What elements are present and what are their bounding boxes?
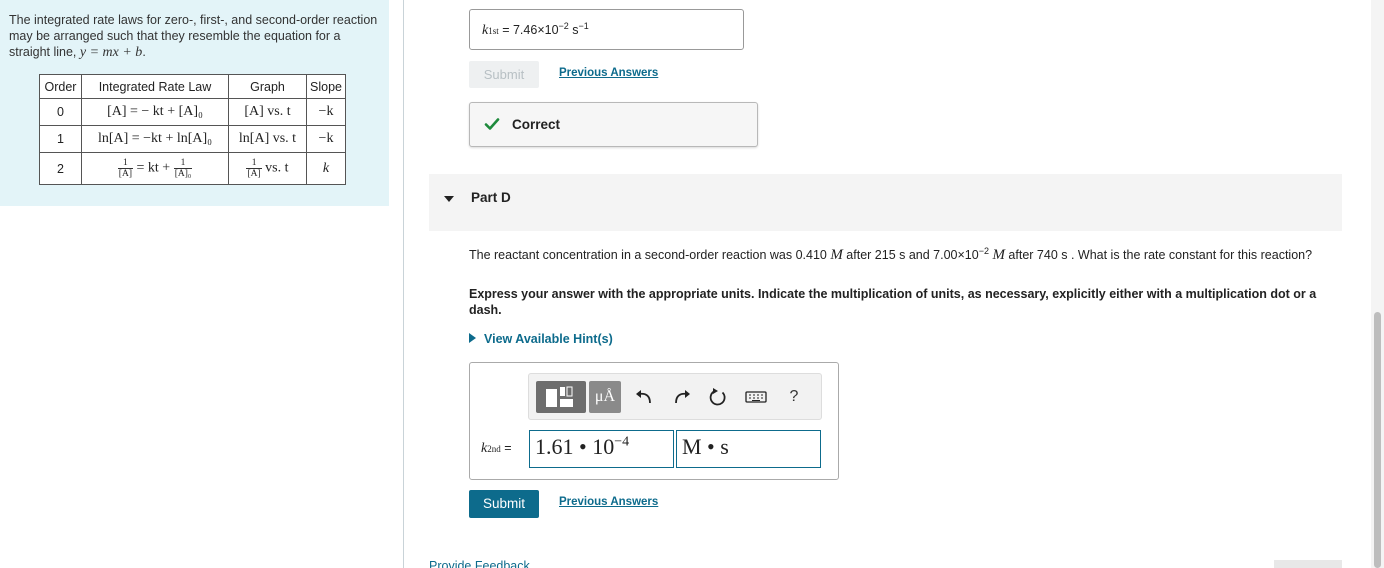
correct-feedback-box: Correct <box>469 102 758 147</box>
cell-graph: [A] vs. t <box>228 98 307 126</box>
cell-slope: −k <box>306 98 346 126</box>
answer-instructions: Express your answer with the appropriate… <box>469 287 1317 317</box>
question-part2: after 215 s and 7.00×10 <box>842 248 979 263</box>
rate-law-table: Order Integrated Rate Law Graph Slope 0 … <box>39 74 346 185</box>
submit-button[interactable]: Submit <box>469 490 539 518</box>
unit-molarity: M <box>830 247 843 264</box>
cell-law: ln[A] = −kt + ln[A]₀ <box>81 125 229 153</box>
next-button[interactable] <box>1274 560 1342 568</box>
redo-icon[interactable] <box>671 381 693 413</box>
part-d-header[interactable]: Part D <box>429 174 1342 231</box>
math-toolbar: μÅ ? <box>528 373 822 420</box>
fraction-denominator: [A] <box>247 169 261 179</box>
k2nd-equals: = <box>500 441 512 455</box>
units-button[interactable]: μÅ <box>589 381 621 413</box>
check-icon <box>484 118 500 130</box>
info-paragraph: The integrated rate laws for zero-, firs… <box>9 12 384 61</box>
correct-label: Correct <box>512 117 561 132</box>
k1st-value: 7.46×10 <box>512 23 559 38</box>
graph-tail: vs. t <box>265 160 289 176</box>
part-c-previous-answers-link[interactable]: Previous Answers <box>559 67 658 79</box>
units-input[interactable]: M • s <box>676 430 821 468</box>
cell-graph: 1 [A] vs. t <box>228 152 307 185</box>
fraction: 1 [A]₀ <box>173 158 193 179</box>
view-hints-toggle[interactable]: View Available Hint(s) <box>469 332 613 346</box>
templates-button[interactable] <box>536 381 586 413</box>
reset-icon[interactable] <box>707 381 729 413</box>
hints-label: View Available Hint(s) <box>484 332 613 346</box>
fraction-denominator: [A]₀ <box>174 169 192 179</box>
cell-slope: k <box>306 152 346 185</box>
info-text-part2: . <box>142 45 146 59</box>
cell-order: 1 <box>39 125 82 153</box>
part-c-answer-display: k1st = 7.46×10−2 s−1 <box>469 9 744 50</box>
law-middle: = kt + <box>136 160 171 176</box>
undo-icon[interactable] <box>633 381 655 413</box>
rate-laws-info-panel: The integrated rate laws for zero-, firs… <box>0 0 389 206</box>
fraction-numerator: 1 <box>173 158 193 169</box>
cell-order: 2 <box>39 152 82 185</box>
templates-icon <box>546 386 573 407</box>
previous-answers-link[interactable]: Previous Answers <box>559 496 658 508</box>
k1st-exponent: −2 <box>558 21 569 31</box>
value-exponent: −4 <box>614 434 630 450</box>
scrollbar-thumb[interactable] <box>1374 312 1381 568</box>
fraction-numerator: 1 <box>117 158 133 169</box>
question-part1: The reactant concentration in a second-o… <box>469 248 831 263</box>
question-text: The reactant concentration in a second-o… <box>469 243 1329 263</box>
k2nd-subscript: 2nd <box>487 444 501 454</box>
col-header-slope: Slope <box>306 74 346 99</box>
col-header-law: Integrated Rate Law <box>81 74 229 99</box>
info-text-part1: The integrated rate laws for zero-, firs… <box>9 13 378 59</box>
fraction: 1 [A] <box>117 158 133 179</box>
cell-order: 0 <box>39 98 82 126</box>
fraction: 1 [A] <box>246 158 262 179</box>
question-part3: after 740 s . What is the rate constant … <box>1004 248 1313 263</box>
k1st-equals: = <box>498 23 513 38</box>
unit-molarity: M <box>992 247 1005 264</box>
value-text: 1.61 • 10 <box>535 434 615 459</box>
fraction-denominator: [A] <box>118 169 132 179</box>
keyboard-icon[interactable] <box>744 381 768 413</box>
table-row: 2 1 [A] = kt + 1 [A]₀ 1 [A] vs. t k <box>39 152 346 185</box>
k1st-subscript: 1st <box>488 26 499 37</box>
provide-feedback-link[interactable]: Provide Feedback <box>429 559 530 568</box>
table-header-row: Order Integrated Rate Law Graph Slope <box>39 74 346 99</box>
answer-widget: μÅ ? k2nd = 1.61 • 10−4 M • s <box>469 362 839 480</box>
cell-law: 1 [A] = kt + 1 [A]₀ <box>81 152 229 185</box>
part-c-submit-button[interactable]: Submit <box>469 61 539 88</box>
table-row: 1 ln[A] = −kt + ln[A]₀ ln[A] vs. t −k <box>39 125 346 153</box>
cell-graph: ln[A] vs. t <box>228 125 307 153</box>
expand-triangle-icon <box>469 333 476 343</box>
cell-slope: −k <box>306 125 346 153</box>
cell-law: [A] = − kt + [A]₀ <box>81 98 229 126</box>
fraction-numerator: 1 <box>246 158 262 169</box>
question-exponent: −2 <box>978 246 989 256</box>
k1st-unit-exponent: −1 <box>578 21 589 31</box>
value-input[interactable]: 1.61 • 10−4 <box>529 430 674 468</box>
k1st-unit: s <box>568 23 579 38</box>
line-equation: y = mx + b <box>79 45 143 60</box>
col-header-graph: Graph <box>228 74 307 99</box>
panel-divider <box>403 0 404 568</box>
part-d-title: Part D <box>471 190 511 205</box>
table-row: 0 [A] = − kt + [A]₀ [A] vs. t −k <box>39 98 346 126</box>
help-button[interactable]: ? <box>785 381 803 413</box>
k2nd-label: k2nd = <box>481 441 512 457</box>
collapse-triangle-icon[interactable] <box>443 193 455 205</box>
col-header-order: Order <box>39 74 82 99</box>
